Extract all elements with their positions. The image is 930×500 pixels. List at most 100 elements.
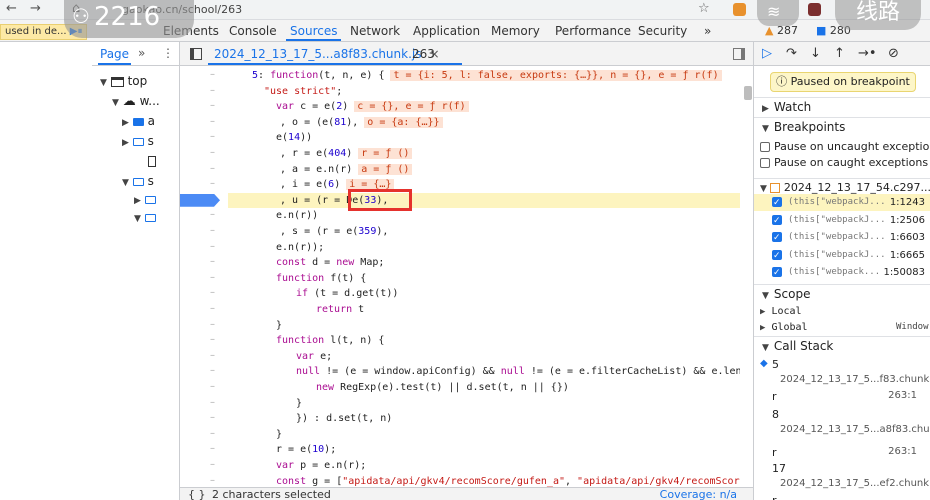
- scope-global[interactable]: ▶ Global: [760, 322, 808, 333]
- folder-icon: [132, 137, 144, 146]
- tree-node-folder[interactable]: ▶ a: [122, 114, 155, 128]
- code-line[interactable]: null != (e = window.apiConfig) && null !…: [228, 364, 740, 379]
- kebab-menu-icon[interactable]: ⋮: [162, 46, 174, 60]
- line-marker: –: [210, 381, 215, 392]
- code-line[interactable]: 5: function(t, n, e) {t = {i: 5, l: fals…: [228, 68, 740, 83]
- code-line[interactable]: }: [228, 427, 740, 442]
- breakpoint-item[interactable]: (this["webpackJ...1:6665: [754, 247, 930, 265]
- tree-node-folder[interactable]: ▶ s: [122, 134, 154, 148]
- code-line[interactable]: function l(t, n) {: [228, 333, 740, 348]
- more-tabs-button[interactable]: »: [704, 24, 711, 38]
- tree-node-folder[interactable]: ▼ s: [122, 174, 154, 188]
- code-line[interactable]: }: [228, 396, 740, 411]
- breakpoint-item[interactable]: (this["webpackJ...1:1243: [754, 194, 930, 212]
- line-marker: –: [210, 225, 215, 236]
- code-line[interactable]: if (t = d.get(t)): [228, 286, 740, 301]
- code-line[interactable]: }) : d.set(t, n): [228, 411, 740, 426]
- tab-network[interactable]: Network: [350, 24, 400, 38]
- toggle-navigator-icon[interactable]: [190, 48, 202, 60]
- code-line[interactable]: , r = e(404) r = ƒ (): [228, 146, 740, 161]
- vertical-scrollbar[interactable]: [744, 86, 752, 100]
- line-gutter[interactable]: –––––––––––––––––––––––––––: [180, 66, 228, 500]
- call-frame-name: 5: [772, 358, 779, 371]
- step-icon[interactable]: →•: [858, 46, 877, 61]
- breakpoint-file-group[interactable]: ▼ 2024_12_13_17_54.c297...: [754, 178, 930, 194]
- code-line[interactable]: new RegExp(e).test(t) || d.set(t, n || {…: [228, 380, 740, 395]
- breakpoint-checkbox[interactable]: [772, 230, 782, 247]
- code-line[interactable]: const d = new Map;: [228, 255, 740, 270]
- breakpoint-item[interactable]: (this["webpackJ...1:6603: [754, 229, 930, 247]
- extension-icon[interactable]: [733, 3, 746, 16]
- code-line[interactable]: e.n(r));: [228, 240, 740, 255]
- resume-icon[interactable]: ▷: [762, 46, 772, 61]
- bookmark-star-icon[interactable]: ☆: [698, 1, 710, 16]
- deactivate-breakpoints-icon[interactable]: ⊘: [888, 46, 899, 61]
- step-into-icon[interactable]: ↓: [810, 46, 821, 61]
- breakpoint-checkbox[interactable]: [772, 195, 782, 212]
- pretty-print-icon[interactable]: { }: [188, 488, 206, 500]
- breakpoint-checkbox[interactable]: [772, 248, 782, 265]
- code-line[interactable]: r = e(10);: [228, 442, 740, 457]
- scope-local[interactable]: ▶ Local: [760, 306, 802, 317]
- tab-page[interactable]: Page: [97, 47, 132, 65]
- code-line[interactable]: var e;: [228, 349, 740, 364]
- code-text: , s = (r = e(359),: [280, 226, 389, 237]
- breakpoint-marker[interactable]: [180, 193, 220, 207]
- navigator-more-button[interactable]: »: [138, 46, 145, 60]
- code-line[interactable]: , o = (e(81), o = {a: {…}}: [228, 115, 740, 130]
- checkbox[interactable]: [760, 158, 770, 168]
- breakpoint-checkbox[interactable]: [772, 265, 782, 282]
- tab-sources[interactable]: Sources: [285, 24, 342, 41]
- code-content[interactable]: 5: function(t, n, e) {t = {i: 5, l: fals…: [228, 66, 740, 500]
- toggle-debugger-icon[interactable]: [733, 48, 745, 60]
- coverage-status[interactable]: Coverage: n/a: [660, 488, 737, 500]
- tree-node-top[interactable]: ▼ top: [100, 74, 147, 88]
- code-line[interactable]: "use strict";: [228, 84, 740, 99]
- breakpoint-source: (this["webpackJ...: [788, 214, 886, 225]
- tab-console[interactable]: Console: [229, 24, 277, 38]
- tree-node-file[interactable]: [148, 154, 156, 168]
- step-over-icon[interactable]: ↷: [786, 46, 797, 61]
- code-line[interactable]: var c = e(2) c = {}, e = ƒ r(f): [228, 99, 740, 114]
- breakpoint-item[interactable]: (this["webpack...1:50083: [754, 264, 930, 282]
- editor-tab-263[interactable]: 263: [412, 47, 435, 61]
- section-breakpoints[interactable]: ▼ Breakpoints: [754, 117, 930, 136]
- code-line[interactable]: , s = (r = e(359),: [228, 224, 740, 239]
- back-arrow-icon[interactable]: ←: [6, 1, 17, 16]
- debugger-sidebar: ▷ ↷ ↓ ↑ →• ⊘ ⓘ Paused on breakpoint ▶ Wat…: [753, 42, 930, 500]
- editor-tab-chunk[interactable]: 2024_12_13_17_5...a8f83.chunk.js ×: [208, 47, 462, 65]
- line-marker: –: [210, 427, 215, 439]
- navigator-tabs: Page » ⋮: [92, 42, 179, 66]
- section-scope[interactable]: ▼ Scope: [754, 284, 930, 303]
- code-line[interactable]: , u = (r = De(33),: [228, 192, 740, 208]
- code-line[interactable]: function f(t) {: [228, 271, 740, 286]
- section-callstack[interactable]: ▼ Call Stack: [754, 336, 930, 355]
- breakpoint-source: (this["webpackJ...: [788, 249, 886, 260]
- code-line[interactable]: e(14)): [228, 130, 740, 145]
- code-line[interactable]: }: [228, 318, 740, 333]
- tab-application[interactable]: Application: [413, 24, 480, 38]
- code-line[interactable]: return t: [228, 302, 740, 317]
- breakpoint-item[interactable]: (this["webpackJ...1:2506: [754, 212, 930, 230]
- forward-arrow-icon[interactable]: →: [30, 1, 41, 16]
- extension-icon[interactable]: [808, 3, 821, 16]
- tab-security[interactable]: Security: [638, 24, 687, 38]
- tab-memory[interactable]: Memory: [491, 24, 540, 38]
- pause-uncaught-checkbox[interactable]: Pause on uncaught exceptions: [760, 140, 930, 153]
- pause-caught-checkbox[interactable]: Pause on caught exceptions: [760, 156, 928, 169]
- checkbox[interactable]: [760, 142, 770, 152]
- code-line[interactable]: , a = e.n(r) a = ƒ (): [228, 162, 740, 177]
- tree-node-folder[interactable]: ▶: [134, 192, 156, 206]
- section-watch[interactable]: ▶ Watch: [754, 97, 930, 116]
- paused-banner: ⓘ Paused on breakpoint: [770, 72, 916, 92]
- route-overlay[interactable]: 线路: [835, 0, 921, 30]
- tree-node-folder[interactable]: ▼: [134, 210, 156, 224]
- code-line[interactable]: var p = e.n(r);: [228, 458, 740, 473]
- code-line[interactable]: e.n(r)): [228, 208, 740, 223]
- breakpoint-checkbox[interactable]: [772, 213, 782, 230]
- code-line[interactable]: , i = e(6) i = {…}: [228, 177, 740, 192]
- tree-node-origin[interactable]: ▼ ☁ w...: [112, 94, 160, 109]
- call-frame-location: 263:1: [888, 446, 917, 457]
- step-out-icon[interactable]: ↑: [834, 46, 845, 61]
- tab-performance[interactable]: Performance: [555, 24, 631, 38]
